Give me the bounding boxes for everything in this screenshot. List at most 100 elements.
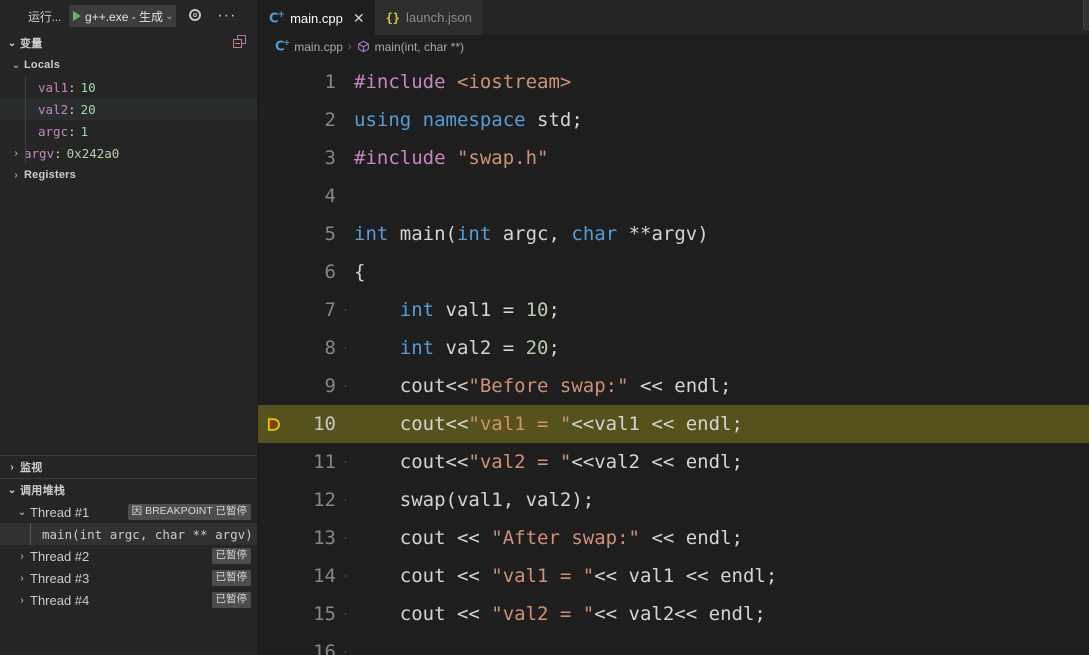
variables-group-label: Locals bbox=[24, 59, 61, 71]
chevron-down-icon[interactable]: ⌄ bbox=[14, 507, 30, 518]
callstack-thread-1[interactable]: ⌄ Thread #1 因 BREAKPOINT 已暂停 bbox=[0, 501, 257, 523]
code-text[interactable]: using namespace std; bbox=[354, 101, 1089, 139]
variable-value: 1 bbox=[80, 123, 89, 139]
code-line[interactable]: 2 using namespace std; bbox=[258, 101, 1089, 139]
code-token: cout<< bbox=[354, 375, 469, 397]
watch-section-header[interactable]: › 监视 bbox=[0, 455, 257, 478]
code-line[interactable]: 11 cout<<"val2 = "<<val2 << endl; bbox=[258, 443, 1089, 481]
code-line[interactable]: 12 swap(val1, val2); bbox=[258, 481, 1089, 519]
code-token: namespace bbox=[422, 109, 526, 131]
play-icon[interactable] bbox=[73, 11, 82, 21]
variables-tree: ⌄ Locals val1: 10 val2: 20 argc: 1 › arg… bbox=[0, 54, 257, 186]
line-number: 6 bbox=[324, 261, 336, 283]
chevron-right-icon[interactable]: › bbox=[14, 551, 30, 562]
breadcrumb-symbol[interactable]: main(int, char **) bbox=[375, 40, 464, 54]
code-text[interactable]: cout << "After swap:" << endl; bbox=[354, 519, 1089, 557]
code-text[interactable]: cout<<"val1 = "<<val1 << endl; bbox=[354, 405, 1089, 443]
code-text[interactable]: int main(int argc, char **argv) bbox=[354, 215, 1089, 253]
code-token: "val1 = " bbox=[468, 413, 572, 435]
code-text[interactable]: cout<<"Before swap:" << endl; bbox=[354, 367, 1089, 405]
callstack-thread-4[interactable]: › Thread #4 已暂停 bbox=[0, 589, 257, 611]
chevron-right-icon[interactable]: › bbox=[8, 170, 24, 181]
code-text[interactable]: #include <iostream> bbox=[354, 63, 1089, 101]
line-number: 11 bbox=[313, 451, 336, 473]
variables-section-header[interactable]: ⌄ 变量 bbox=[0, 32, 257, 54]
code-text[interactable]: int val1 = 10; bbox=[354, 291, 1089, 329]
variable-name: argv bbox=[24, 145, 55, 161]
code-text[interactable]: cout << "val2 = "<< val2<< endl; bbox=[354, 595, 1089, 633]
code-line[interactable]: 7 int val1 = 10; bbox=[258, 291, 1089, 329]
breakpoint-marker[interactable] bbox=[258, 417, 288, 432]
chevron-right-icon[interactable]: › bbox=[14, 595, 30, 606]
code-line[interactable]: 16 bbox=[258, 633, 1089, 655]
variable-name: argc bbox=[38, 123, 69, 139]
tree-indent-guide bbox=[25, 98, 26, 120]
code-token: val1 = bbox=[434, 299, 526, 321]
code-text[interactable]: #include "swap.h" bbox=[354, 139, 1089, 177]
code-line[interactable]: 4 bbox=[258, 177, 1089, 215]
gear-icon[interactable] bbox=[188, 8, 204, 24]
close-icon[interactable]: ✕ bbox=[353, 11, 365, 25]
code-token: int bbox=[354, 223, 389, 245]
code-line[interactable]: 5 int main(int argc, char **argv) bbox=[258, 215, 1089, 253]
chevron-down-icon[interactable]: ⌄ bbox=[8, 60, 24, 71]
thread-label: Thread #1 bbox=[30, 504, 90, 520]
variable-colon: : bbox=[68, 101, 76, 117]
code-line[interactable]: 6{ bbox=[258, 253, 1089, 291]
variables-group-locals[interactable]: ⌄ Locals bbox=[0, 54, 257, 76]
chevron-down-icon[interactable]: ⌄ bbox=[4, 485, 20, 496]
line-number: 1 bbox=[324, 71, 336, 93]
status-badge: 已暂停 bbox=[211, 592, 251, 608]
editor-area: C+ main.cpp ✕ {} launch.json C+ main.cpp… bbox=[258, 0, 1089, 655]
code-text[interactable]: int val2 = 20; bbox=[354, 329, 1089, 367]
callstack-thread-2[interactable]: › Thread #2 已暂停 bbox=[0, 545, 257, 567]
tabs-empty-space bbox=[481, 0, 1089, 35]
code-text[interactable]: { bbox=[354, 253, 1089, 291]
code-token: main( bbox=[388, 223, 457, 245]
code-text[interactable]: cout<<"val2 = "<<val2 << endl; bbox=[354, 443, 1089, 481]
tab-launch-json[interactable]: {} launch.json bbox=[374, 0, 482, 35]
thread-label: Thread #3 bbox=[30, 570, 90, 586]
more-actions-icon[interactable]: ··· bbox=[217, 8, 236, 24]
breadcrumb-file[interactable]: main.cpp bbox=[294, 40, 343, 54]
code-line[interactable]: 13 cout << "After swap:" << endl; bbox=[258, 519, 1089, 557]
chevron-down-icon[interactable]: ⌄ bbox=[165, 11, 173, 22]
code-token: cout<< bbox=[354, 451, 469, 473]
debug-configuration-dropdown[interactable]: g++.exe - 生成 ⌄ bbox=[69, 5, 177, 27]
chevron-right-icon[interactable]: › bbox=[8, 148, 24, 159]
code-editor[interactable]: 1 #include <iostream> 2 using namespace std… bbox=[258, 58, 1089, 655]
line-number: 13 bbox=[313, 527, 336, 549]
code-text[interactable]: swap(val1, val2); bbox=[354, 481, 1089, 519]
code-token: << val1 << endl; bbox=[594, 565, 778, 587]
code-line[interactable]: 3 #include "swap.h" bbox=[258, 139, 1089, 177]
variable-row-val2[interactable]: val2: 20 bbox=[0, 98, 257, 120]
code-line[interactable]: 14 cout << "val1 = "<< val1 << endl; bbox=[258, 557, 1089, 595]
watch-section-title: 监视 bbox=[20, 462, 43, 474]
callstack-thread-3[interactable]: › Thread #3 已暂停 bbox=[0, 567, 257, 589]
variable-row-argv[interactable]: › argv: 0x242a0 bbox=[0, 142, 257, 164]
code-line[interactable]: 15 cout << "val2 = "<< val2<< endl; bbox=[258, 595, 1089, 633]
variables-group-label: Registers bbox=[24, 169, 76, 181]
callstack-section-header[interactable]: ⌄ 调用堆栈 bbox=[0, 478, 257, 501]
code-line[interactable]: 9 cout<<"Before swap:" << endl; bbox=[258, 367, 1089, 405]
code-line[interactable]: 1 #include <iostream> bbox=[258, 63, 1089, 101]
code-line[interactable]: 8 int val2 = 20; bbox=[258, 329, 1089, 367]
variable-row-val1[interactable]: val1: 10 bbox=[0, 76, 257, 98]
variable-name: val2 bbox=[38, 101, 69, 117]
code-line[interactable]: 10 cout<<"val1 = "<<val1 << endl; bbox=[258, 405, 1089, 443]
tab-label: main.cpp bbox=[290, 10, 343, 26]
variable-colon: : bbox=[54, 145, 62, 161]
breadcrumb-separator: › bbox=[347, 40, 352, 53]
tab-main-cpp[interactable]: C+ main.cpp ✕ bbox=[258, 0, 375, 35]
line-number: 2 bbox=[324, 109, 336, 131]
line-number: 9 bbox=[324, 375, 336, 397]
collapse-all-icon[interactable] bbox=[233, 35, 249, 54]
code-text[interactable]: cout << "val1 = "<< val1 << endl; bbox=[354, 557, 1089, 595]
chevron-right-icon[interactable]: › bbox=[14, 573, 30, 584]
chevron-right-icon[interactable]: › bbox=[4, 462, 20, 473]
variables-group-registers[interactable]: › Registers bbox=[0, 164, 257, 186]
chevron-down-icon[interactable]: ⌄ bbox=[4, 38, 20, 49]
code-token: << endl; bbox=[640, 527, 743, 549]
variable-row-argc[interactable]: argc: 1 bbox=[0, 120, 257, 142]
callstack-frame-main[interactable]: main(int argc, char ** argv) bbox=[0, 523, 257, 545]
